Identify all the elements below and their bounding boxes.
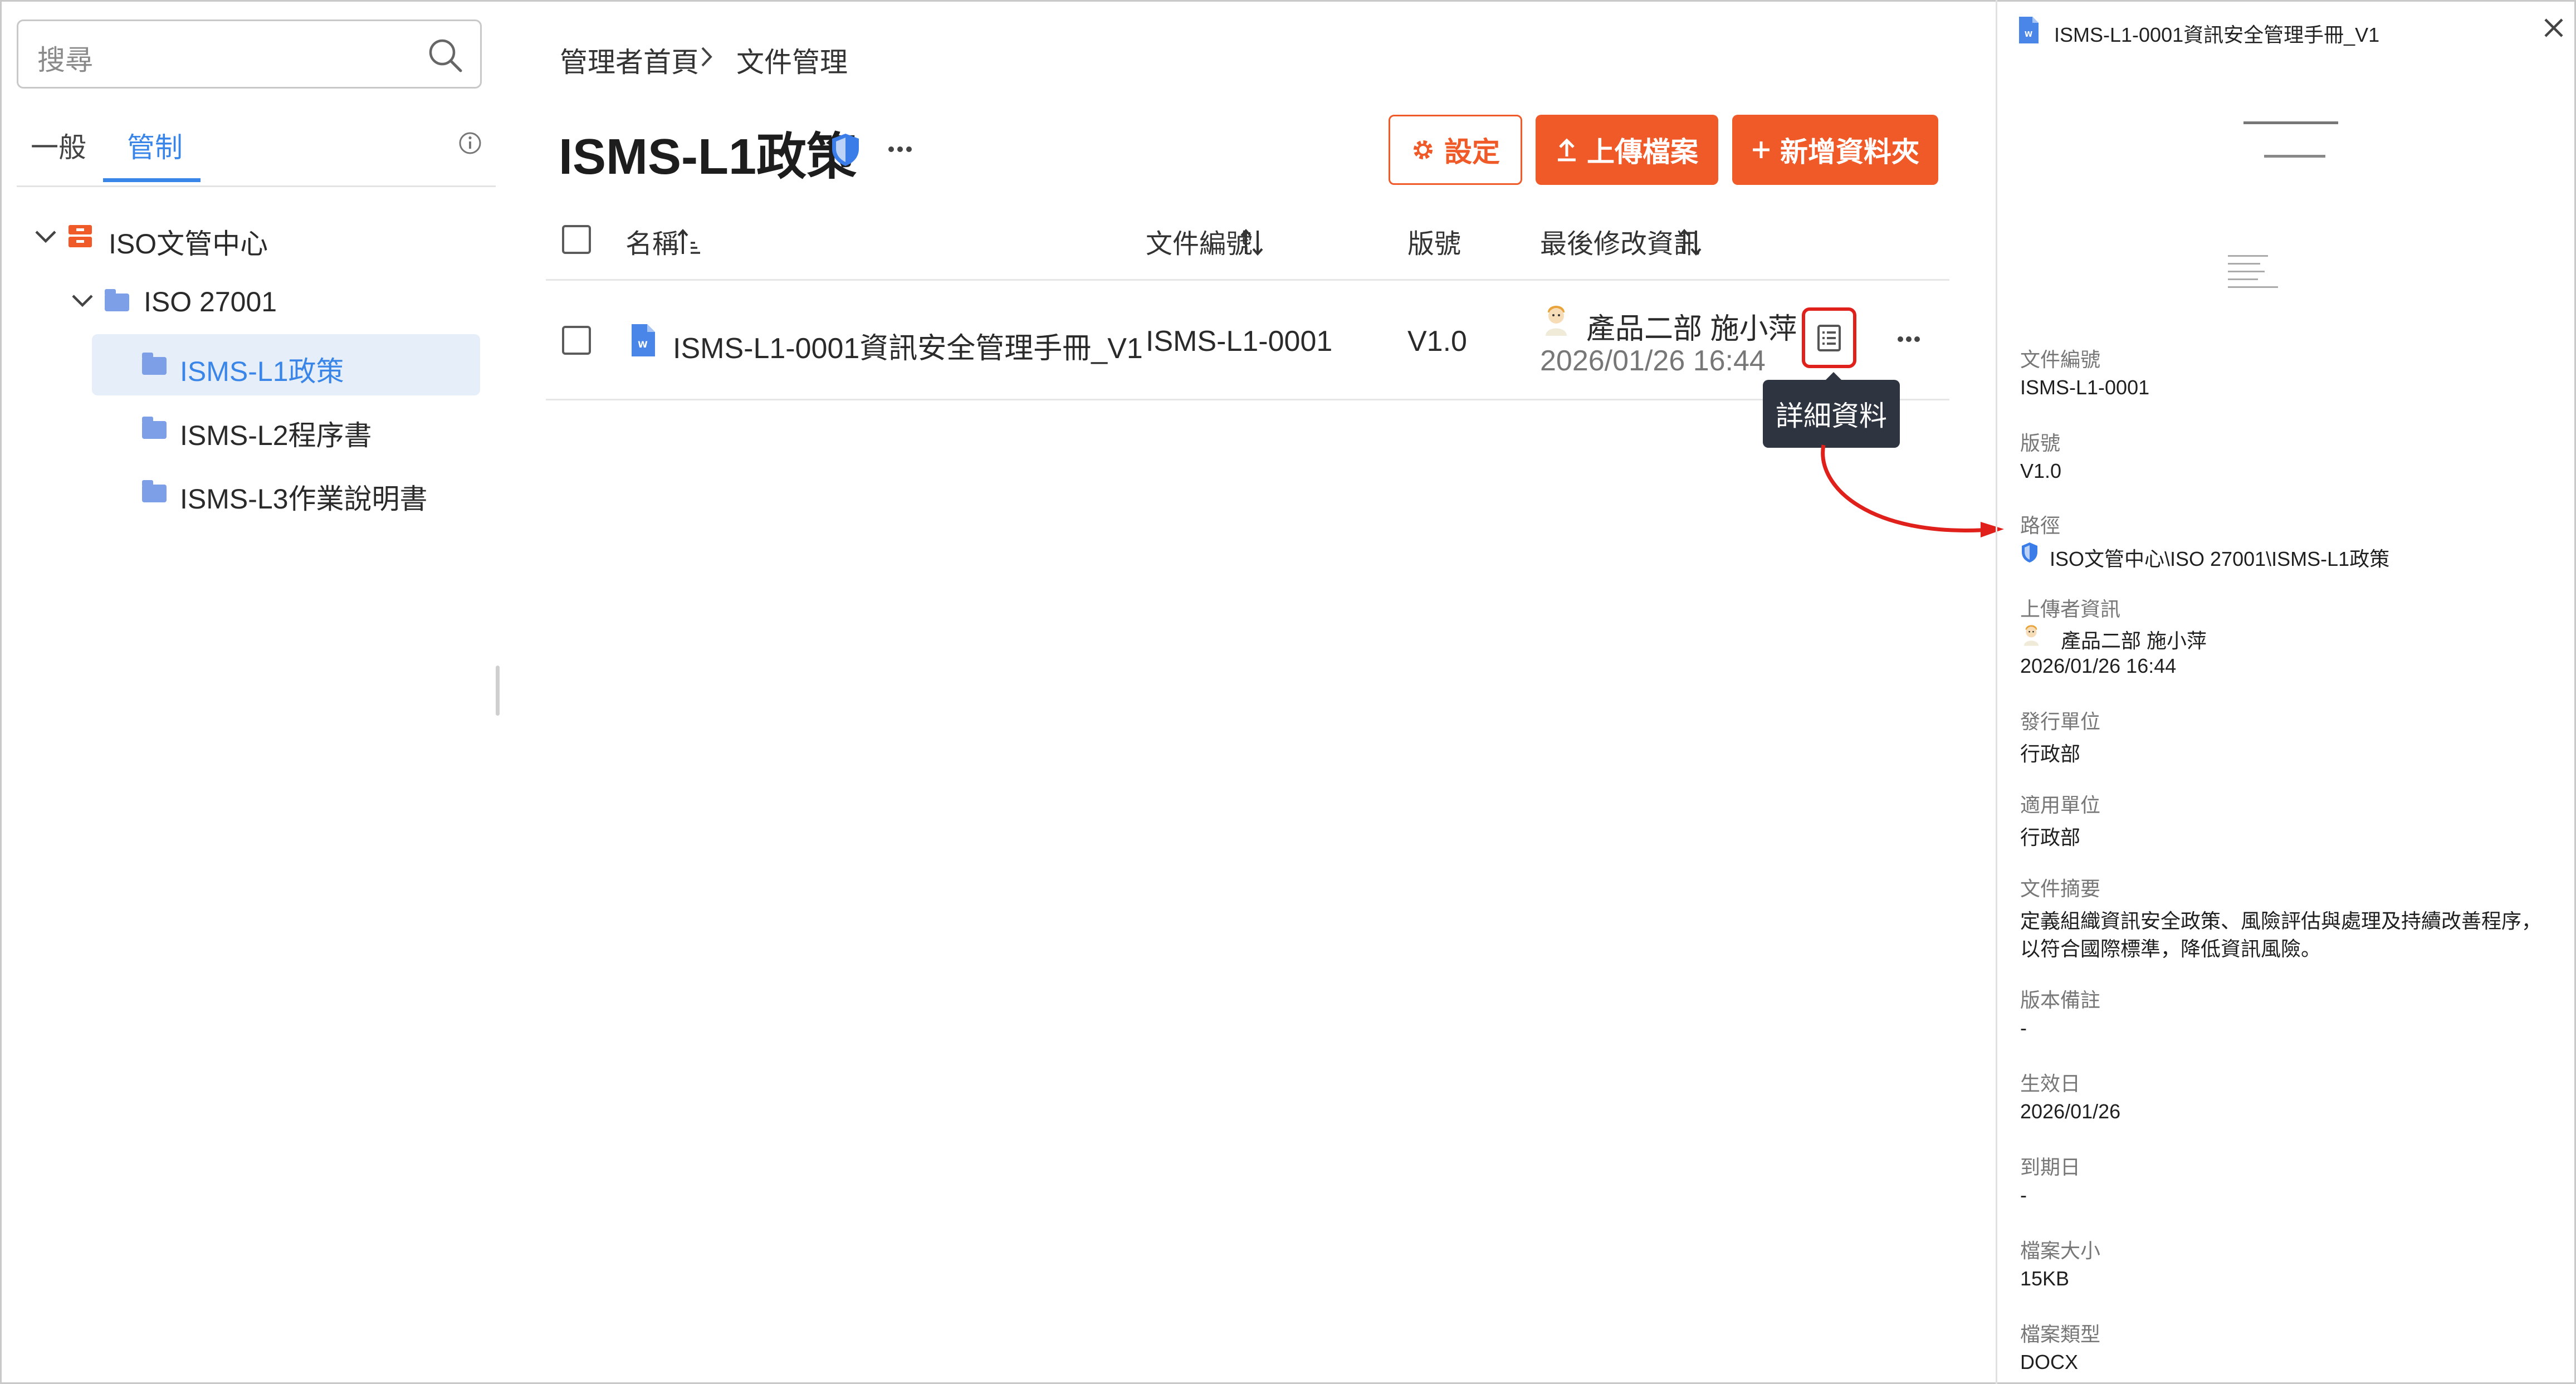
word-doc-icon: W bbox=[632, 324, 655, 356]
chevron-down-icon[interactable] bbox=[70, 292, 95, 309]
field-value-uploader: 產品二部 施小萍 bbox=[2061, 629, 2207, 652]
tooltip-text: 詳細資料 bbox=[1776, 400, 1887, 432]
panel-divider bbox=[1996, 0, 1997, 1384]
tree-item-isms-l3[interactable]: ISMS-L3作業說明書 bbox=[180, 477, 428, 517]
details-tooltip: 詳細資料 bbox=[1763, 372, 1900, 448]
plus-icon bbox=[1753, 141, 1770, 158]
breadcrumb-home[interactable]: 管理者首頁 bbox=[560, 40, 699, 80]
close-icon[interactable] bbox=[2543, 17, 2565, 39]
field-value-expiry-date: - bbox=[2020, 1184, 2027, 1206]
sidebar-divider bbox=[17, 185, 496, 187]
field-label-file-type: 檔案類型 bbox=[2020, 1323, 2101, 1346]
details-button[interactable] bbox=[1802, 307, 1856, 368]
new-folder-button[interactable]: 新增資料夾 bbox=[1732, 115, 1938, 185]
upload-icon bbox=[1558, 138, 1576, 162]
field-value-path: ISO文管中心\ISO 27001\ISMS-L1政策 bbox=[2050, 547, 2390, 570]
tree-item-isms-l2[interactable]: ISMS-L2程序書 bbox=[180, 413, 372, 453]
tree-item-isms-l1[interactable]: ISMS-L1政策 bbox=[180, 349, 344, 389]
folder-icon bbox=[142, 353, 167, 375]
tree-node-iso-center[interactable]: ISO文管中心 bbox=[109, 222, 268, 262]
field-label-version: 版號 bbox=[2020, 432, 2061, 454]
modified-at: 2026/01/26 16:44 bbox=[1540, 345, 1766, 377]
modifier-name: 產品二部 施小萍 bbox=[1586, 313, 1797, 345]
field-value-file-size: 15KB bbox=[2020, 1267, 2070, 1290]
row-checkbox[interactable] bbox=[562, 326, 591, 355]
column-header-last-modified[interactable]: 最後修改資訊 bbox=[1540, 222, 1700, 261]
field-label-uploader: 上傳者資訊 bbox=[2020, 598, 2121, 620]
arrow-annotation bbox=[1821, 444, 2004, 537]
resize-handle[interactable] bbox=[496, 666, 500, 716]
sort-asc-icon[interactable] bbox=[677, 228, 702, 257]
field-value-version: V1.0 bbox=[2020, 459, 2062, 482]
field-value-uploaded-at: 2026/01/26 16:44 bbox=[2020, 654, 2177, 677]
column-header-name[interactable]: 名稱 bbox=[625, 222, 679, 261]
field-value-applicable-unit: 行政部 bbox=[2020, 826, 2081, 849]
file-version: V1.0 bbox=[1407, 325, 1467, 358]
field-value-issuing-unit: 行政部 bbox=[2020, 742, 2081, 765]
chevron-right-icon bbox=[701, 47, 712, 67]
settings-button[interactable]: 設定 bbox=[1389, 115, 1522, 185]
svg-text:W: W bbox=[2025, 31, 2032, 39]
upload-label: 上傳檔案 bbox=[1587, 136, 1698, 168]
file-doc-no: ISMS-L1-0001 bbox=[1146, 325, 1333, 358]
chevron-down-icon[interactable] bbox=[33, 228, 58, 245]
row-more-icon[interactable] bbox=[1896, 335, 1921, 343]
field-label-doc-no: 文件編號 bbox=[2020, 348, 2101, 371]
folder-icon bbox=[142, 417, 167, 439]
sort-icon[interactable] bbox=[1239, 228, 1265, 257]
field-value-summary-line1: 定義組織資訊安全政策、風險評估與處理及持續改善程序， bbox=[2020, 909, 2542, 932]
folder-icon bbox=[105, 289, 129, 311]
shield-icon bbox=[832, 134, 859, 166]
avatar-icon bbox=[1546, 306, 1567, 336]
column-header-version[interactable]: 版號 bbox=[1407, 222, 1461, 261]
details-icon bbox=[1817, 324, 1841, 351]
file-name[interactable]: ISMS-L1-0001資訊安全管理手冊_V1 bbox=[673, 325, 1143, 366]
window-frame bbox=[0, 0, 2576, 1384]
shield-icon bbox=[2022, 542, 2037, 563]
gear-icon bbox=[1414, 140, 1433, 159]
sort-icon[interactable] bbox=[1678, 228, 1703, 257]
field-label-effective-date: 生效日 bbox=[2020, 1072, 2081, 1095]
tree-node-iso27001[interactable]: ISO 27001 bbox=[144, 286, 277, 318]
field-label-applicable-unit: 適用單位 bbox=[2020, 794, 2101, 816]
select-all-checkbox[interactable] bbox=[562, 225, 591, 254]
page-title: ISMS-L1政策 bbox=[559, 129, 857, 185]
search-placeholder: 搜尋 bbox=[37, 45, 93, 76]
field-label-path: 路徑 bbox=[2020, 514, 2061, 537]
svg-text:W: W bbox=[638, 339, 648, 350]
settings-label: 設定 bbox=[1444, 136, 1500, 168]
info-icon[interactable] bbox=[458, 131, 482, 155]
table-row-divider bbox=[546, 399, 1949, 400]
upload-button[interactable]: 上傳檔案 bbox=[1536, 115, 1718, 185]
avatar-icon bbox=[2023, 625, 2039, 646]
field-value-doc-no: ISMS-L1-0001 bbox=[2020, 376, 2150, 399]
breadcrumb-current: 文件管理 bbox=[736, 47, 848, 78]
folder-icon bbox=[142, 480, 167, 502]
more-icon[interactable] bbox=[887, 145, 913, 153]
field-value-file-type: DOCX bbox=[2020, 1351, 2079, 1373]
field-label-file-size: 檔案大小 bbox=[2020, 1239, 2101, 1262]
field-label-version-note: 版本備註 bbox=[2020, 989, 2101, 1011]
new-folder-label: 新增資料夾 bbox=[1780, 136, 1919, 168]
panel-title: ISMS-L1-0001資訊安全管理手冊_V1 bbox=[2054, 23, 2380, 46]
tab-control[interactable]: 管制 bbox=[127, 125, 183, 165]
tab-general[interactable]: 一般 bbox=[31, 125, 86, 165]
search-icon[interactable] bbox=[426, 36, 465, 75]
field-label-issuing-unit: 發行單位 bbox=[2020, 710, 2101, 733]
word-doc-icon: W bbox=[2019, 17, 2039, 43]
field-value-effective-date: 2026/01/26 bbox=[2020, 1100, 2121, 1123]
document-preview[interactable] bbox=[2228, 111, 2384, 301]
active-tab-indicator bbox=[103, 178, 201, 182]
field-label-expiry-date: 到期日 bbox=[2020, 1156, 2081, 1178]
field-value-summary-line2: 以符合國際標準，降低資訊風險。 bbox=[2020, 937, 2321, 960]
field-value-version-note: - bbox=[2020, 1016, 2027, 1039]
column-header-doc-no[interactable]: 文件編號 bbox=[1146, 222, 1253, 261]
iso-center-icon bbox=[69, 225, 92, 247]
field-label-summary: 文件摘要 bbox=[2020, 877, 2101, 900]
search-input[interactable]: 搜尋 bbox=[17, 19, 482, 89]
